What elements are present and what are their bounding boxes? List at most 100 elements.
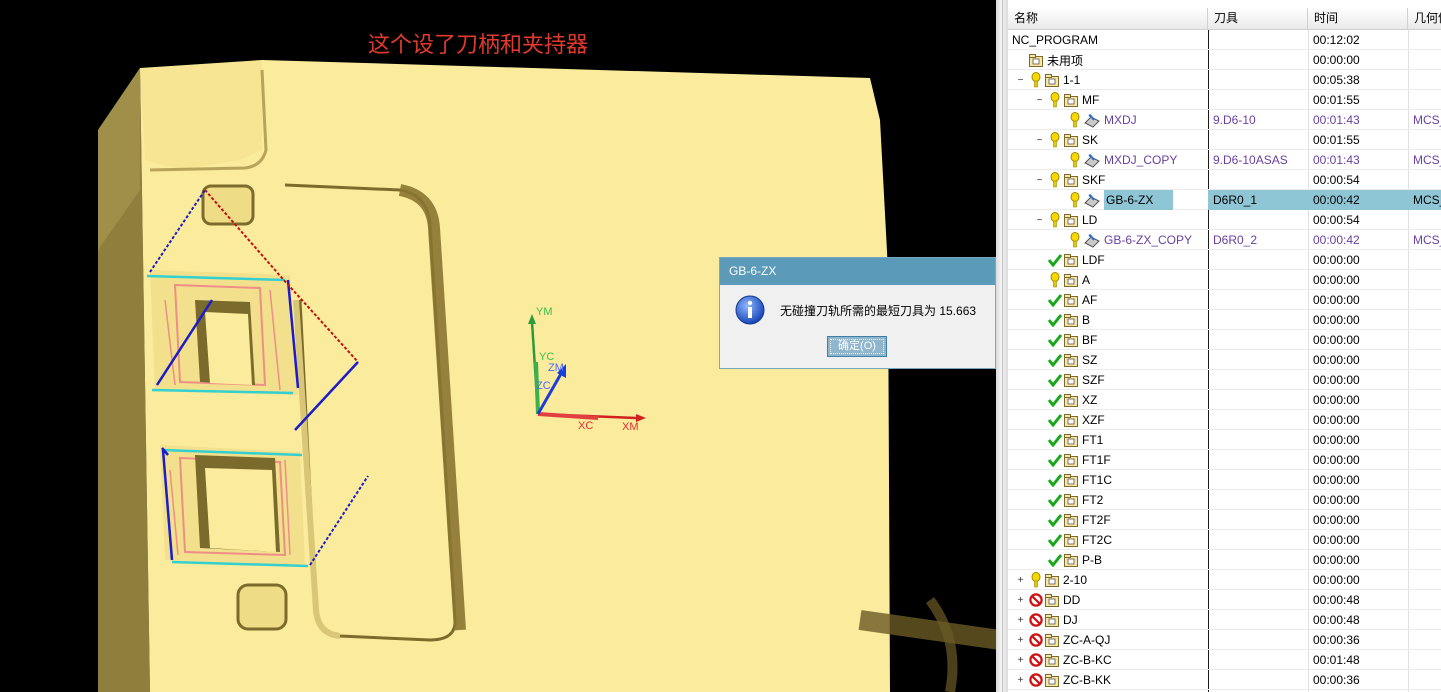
program-group-icon xyxy=(1064,93,1078,107)
tree-row-gb-6-zx[interactable]: GB-6-ZX D6R0_1 00:00:42 MCS_ xyxy=(1008,190,1441,210)
tree-row-bf[interactable]: BF 00:00:00 xyxy=(1008,330,1441,350)
geometry-cell xyxy=(1413,170,1441,190)
collapse-icon[interactable]: − xyxy=(1035,215,1044,225)
program-group-icon xyxy=(1064,373,1078,387)
tree-row-sk[interactable]: − SK 00:01:55 xyxy=(1008,130,1441,150)
node-label: FT1C xyxy=(1082,473,1112,487)
time-cell: 00:00:48 xyxy=(1313,593,1360,607)
program-group-icon xyxy=(1064,313,1078,327)
tree-node: +2-10 xyxy=(1016,570,1087,590)
tree-row-2-10[interactable]: +2-10 00:00:00 xyxy=(1008,570,1441,590)
tree-node: A xyxy=(1035,270,1090,290)
tree-row-af[interactable]: AF 00:00:00 xyxy=(1008,290,1441,310)
time-cell: 00:01:43 xyxy=(1313,153,1360,167)
tree-row-mxdj-copy[interactable]: MXDJ_COPY 9.D6-10ASAS 00:01:43 MCS_ xyxy=(1008,150,1441,170)
expand-icon[interactable]: + xyxy=(1016,655,1025,665)
tree-row-ft1[interactable]: FT1 00:00:00 xyxy=(1008,430,1441,450)
geometry-cell xyxy=(1413,250,1441,270)
program-group-icon xyxy=(1064,393,1078,407)
tree-row-ft2[interactable]: FT2 00:00:00 xyxy=(1008,490,1441,510)
tree-row-szf[interactable]: SZF 00:00:00 xyxy=(1008,370,1441,390)
tree-row-mxdj[interactable]: MXDJ 9.D6-10 00:01:43 MCS_ xyxy=(1008,110,1441,130)
tree-row-p-b[interactable]: P-B 00:00:00 xyxy=(1008,550,1441,570)
collapse-icon[interactable]: − xyxy=(1016,75,1025,85)
tree-row-xz[interactable]: XZ 00:00:00 xyxy=(1008,390,1441,410)
expand-icon[interactable]: + xyxy=(1016,675,1025,685)
tree-row-mf[interactable]: − MF 00:01:55 xyxy=(1008,90,1441,110)
tree-row-xzf[interactable]: XZF 00:00:00 xyxy=(1008,410,1441,430)
tree-row-dd[interactable]: + DD 00:00:48 xyxy=(1008,590,1441,610)
tree-row-ft1c[interactable]: FT1C 00:00:00 xyxy=(1008,470,1441,490)
geometry-cell xyxy=(1413,70,1441,90)
geometry-cell xyxy=(1413,290,1441,310)
collapse-icon[interactable]: − xyxy=(1035,135,1044,145)
tree-row-skf[interactable]: − SKF 00:00:54 xyxy=(1008,170,1441,190)
collapse-icon[interactable]: − xyxy=(1035,175,1044,185)
tree-connector-icon xyxy=(1035,336,1044,345)
tree-row-zc-b-kc[interactable]: + ZC-B-KC 00:01:48 xyxy=(1008,650,1441,670)
tree-connector-icon xyxy=(1035,516,1044,525)
tree-node: FT1 xyxy=(1035,430,1103,450)
tree-row-ld[interactable]: − LD 00:00:54 xyxy=(1008,210,1441,230)
ok-button[interactable]: 确定(O) xyxy=(827,336,887,357)
dialog-title[interactable]: GB-6-ZX xyxy=(720,258,995,285)
tree-node: SZF xyxy=(1035,370,1105,390)
tool-cell xyxy=(1213,350,1308,370)
tool-cell xyxy=(1213,310,1308,330)
column-header-geometry[interactable]: 几何体 xyxy=(1408,8,1441,29)
collapse-icon[interactable]: − xyxy=(1035,95,1044,105)
expand-icon[interactable]: + xyxy=(1016,575,1025,585)
tree-row-nc-program[interactable]: NC_PROGRAM 00:12:02 xyxy=(1008,30,1441,50)
checkmark-icon xyxy=(1048,352,1062,368)
tree-row-b[interactable]: B 00:00:00 xyxy=(1008,310,1441,330)
tool-cell xyxy=(1213,370,1308,390)
tree-row-ldf[interactable]: LDF 00:00:00 xyxy=(1008,250,1441,270)
tree-row-1-1[interactable]: − 1-1 00:05:38 xyxy=(1008,70,1441,90)
tree-row-zc-a-qj[interactable]: + ZC-A-QJ 00:00:36 xyxy=(1008,630,1441,650)
checkmark-icon xyxy=(1048,292,1062,308)
needs-regenerate-icon xyxy=(1048,92,1062,108)
tree-node: B xyxy=(1035,310,1090,330)
geometry-cell xyxy=(1413,610,1441,630)
geometry-cell xyxy=(1413,50,1441,70)
column-header-tool[interactable]: 刀具 xyxy=(1208,8,1308,29)
column-header-name[interactable]: 名称 xyxy=(1008,8,1208,29)
column-header-time[interactable]: 时间 xyxy=(1308,8,1408,29)
tree-connector-icon xyxy=(1035,456,1044,465)
geometry-cell xyxy=(1413,590,1441,610)
splitter-line xyxy=(1002,0,1003,692)
tree-row-ft2f[interactable]: FT2F 00:00:00 xyxy=(1008,510,1441,530)
expand-icon[interactable]: + xyxy=(1016,615,1025,625)
tool-cell xyxy=(1213,410,1308,430)
checkmark-icon xyxy=(1048,532,1062,548)
program-group-icon xyxy=(1064,513,1078,527)
expand-icon[interactable]: + xyxy=(1016,635,1025,645)
tree-row-a[interactable]: A 00:00:00 xyxy=(1008,270,1441,290)
tree-row-zc-b-kk[interactable]: + ZC-B-KK 00:00:36 xyxy=(1008,670,1441,690)
axis-label-xm: XM xyxy=(622,421,639,433)
geometry-cell xyxy=(1413,310,1441,330)
tool-cell xyxy=(1213,630,1308,650)
node-label: DD xyxy=(1063,593,1081,607)
navigator-header: 名称 刀具 时间 几何体 xyxy=(1008,8,1441,30)
tree-connector-icon xyxy=(1035,556,1044,565)
dialog-message: 无碰撞刀轨所需的最短刀具为 15.663 xyxy=(780,304,977,318)
tree-row-dj[interactable]: + DJ 00:00:48 xyxy=(1008,610,1441,630)
program-group-icon xyxy=(1064,293,1078,307)
node-label: MXDJ_COPY xyxy=(1104,153,1178,167)
node-label: FT2 xyxy=(1082,493,1104,507)
checkmark-icon xyxy=(1048,412,1062,428)
forbidden-icon xyxy=(1029,652,1043,668)
tree-row-gb-6-zx-copy[interactable]: GB-6-ZX_COPY D6R0_2 00:00:42 MCS_ xyxy=(1008,230,1441,250)
node-label: FT2C xyxy=(1082,533,1112,547)
program-group-icon xyxy=(1045,593,1059,607)
expand-icon[interactable]: + xyxy=(1016,595,1025,605)
tree-row-ft2c[interactable]: FT2C 00:00:00 xyxy=(1008,530,1441,550)
tree-row-ft1f[interactable]: FT1F 00:00:00 xyxy=(1008,450,1441,470)
tree-row-sz[interactable]: SZ 00:00:00 xyxy=(1008,350,1441,370)
tree-row--[interactable]: 未用项 00:00:00 xyxy=(1008,50,1441,70)
axis-label-zm: ZM xyxy=(548,362,564,374)
axis-label-ym: YM xyxy=(536,306,553,318)
tree-node: FT2 xyxy=(1035,490,1103,510)
needs-regenerate-icon xyxy=(1048,212,1062,228)
